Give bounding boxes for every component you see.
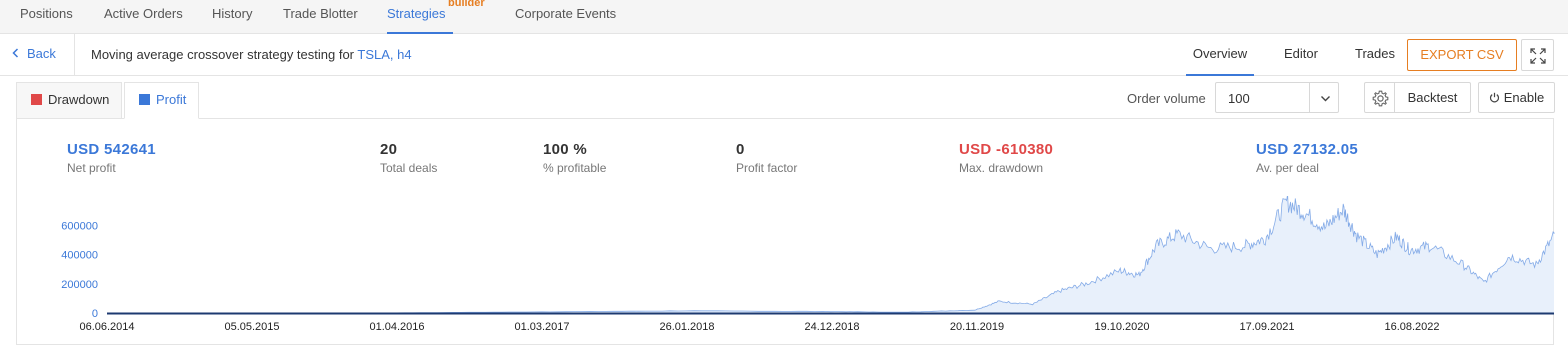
enable-button[interactable]: Enable [1478,82,1555,113]
profit-factor-value: 0 [736,141,745,158]
x-tick-label: 26.01.2018 [659,321,714,333]
x-tick-label: 06.06.2014 [79,321,134,333]
tab-overview[interactable]: Overview [1186,34,1254,76]
nav-trade-blotter[interactable]: Trade Blotter [283,0,358,34]
x-tick-label: 17.09.2021 [1239,321,1294,333]
stat-max-drawdown: USD -610380 Max. drawdown [959,141,1053,175]
chevron-left-icon [12,46,19,61]
x-tick-label: 19.10.2020 [1094,321,1149,333]
profit-label: Profit [156,92,187,107]
nav-positions[interactable]: Positions [20,0,73,34]
tab-drawdown[interactable]: Drawdown [16,82,122,119]
profit-chart: 600000 400000 200000 006.06.2014 05.05.2015 0… [61,196,1555,333]
back-button[interactable]: Back [12,46,56,61]
back-label: Back [27,46,56,61]
profit-area [107,196,1554,313]
profit-factor-label: Profit factor [736,161,798,175]
top-nav: Positions Active Orders History Trade Bl… [0,0,1568,34]
max-drawdown-value: USD -610380 [959,141,1054,158]
avg-per-deal-value: USD 27132.05 [1256,141,1359,158]
stat-avg-per-deal: USD 27132.05 Av. per deal [1256,141,1358,175]
profitable-label: % profitable [543,161,607,175]
x-tick-label: 24.12.2018 [804,321,859,333]
expand-icon [1530,48,1546,64]
drawdown-swatch [31,94,42,105]
nav-active-orders[interactable]: Active Orders [104,0,183,34]
title-symbol-link[interactable]: TSLA, h4 [357,47,411,62]
y-tick-label: 0 [92,308,98,320]
nav-corporate-events[interactable]: Corporate Events [515,0,616,34]
page-title: Moving average crossover strategy testin… [91,47,412,62]
tab-trades[interactable]: Trades [1355,34,1395,76]
x-tick-label: 01.04.2016 [369,321,424,333]
x-tick-label: 16.08.2022 [1384,321,1439,333]
avg-per-deal-label: Av. per deal [1256,161,1319,175]
tab-profit[interactable]: Profit [124,82,199,119]
settings-button[interactable] [1364,82,1395,113]
net-profit-label: Net profit [67,161,116,175]
profitable-value: 100 % [543,141,588,158]
backtest-button[interactable]: Backtest [1395,82,1471,113]
order-volume-select[interactable]: 100 [1215,82,1339,113]
drawdown-label: Drawdown [48,92,110,107]
fullscreen-button[interactable] [1521,39,1554,71]
nav-strategies[interactable]: Strategies [387,0,453,34]
stat-profitable: 100 % % profitable [543,141,606,175]
stat-total-deals: 20 Total deals [380,141,437,175]
power-icon [1489,92,1499,103]
stat-profit-factor: 0 Profit factor [736,141,797,175]
title-prefix: Moving average crossover strategy testin… [91,47,355,62]
max-drawdown-label: Max. drawdown [959,161,1044,175]
total-deals-label: Total deals [380,161,438,175]
x-tick-label: 01.03.2017 [514,321,569,333]
enable-label: Enable [1503,90,1545,105]
tab-editor[interactable]: Editor [1284,34,1318,76]
profit-swatch [139,94,150,105]
select-divider [1309,83,1310,112]
y-tick-label: 600000 [61,220,98,232]
y-tick-label: 200000 [61,279,98,291]
x-tick-label: 05.05.2015 [224,321,279,333]
order-volume-value: 100 [1228,91,1250,106]
header-divider [74,34,75,75]
export-csv-button[interactable]: EXPORT CSV [1407,39,1517,71]
y-tick-label: 400000 [61,250,98,262]
net-profit-value: USD 542641 [67,141,156,158]
strategy-header: Back Moving average crossover strategy t… [0,34,1568,76]
chevron-down-icon [1320,92,1331,107]
total-deals-value: 20 [380,141,398,158]
strategies-builder-badge: builder [448,0,485,9]
nav-history[interactable]: History [212,0,252,34]
stat-net-profit: USD 542641 Net profit [67,141,156,175]
gear-icon [1372,90,1389,107]
x-tick-label: 20.11.2019 [950,321,1004,333]
order-volume-label: Order volume [1127,91,1206,106]
